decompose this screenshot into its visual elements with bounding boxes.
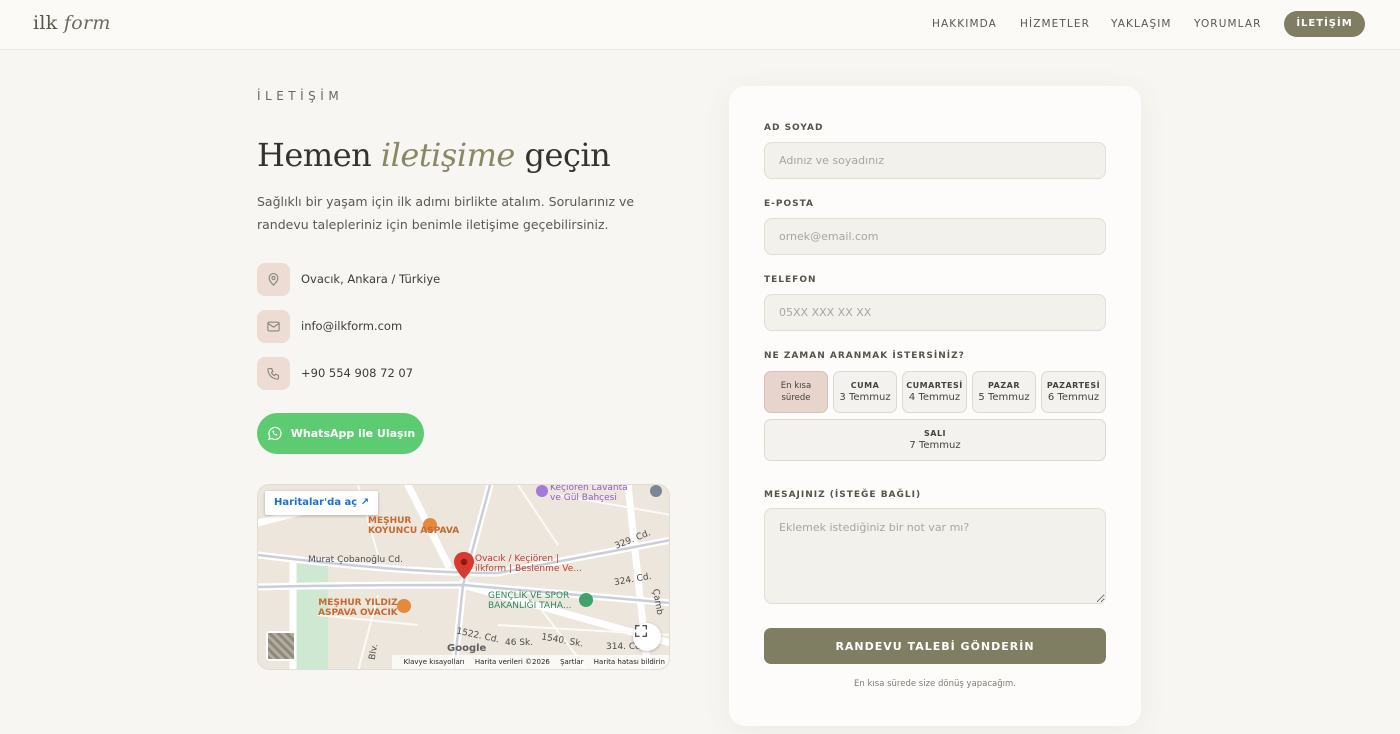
contact-address: Ovacık, Ankara / Türkiye: [257, 263, 637, 296]
day-pazar-bottom: 5 Temmuz: [978, 392, 1030, 403]
open-in-maps-button[interactable]: Haritalar'da aç ↗: [265, 491, 379, 515]
day-pazar-top: PAZAR: [988, 381, 1020, 390]
map-report-link[interactable]: Harita hatası bildirin: [594, 658, 665, 666]
day-asap-top: En kısa: [780, 381, 812, 391]
day-cuma-bottom: 3 Temmuz: [839, 392, 891, 403]
day-pazartesi-bottom: 6 Temmuz: [1047, 392, 1100, 403]
name-input[interactable]: [764, 142, 1106, 179]
site-header: ilk form HAKKIMDA HİZMETLER YAKLAŞIM YOR…: [0, 0, 1400, 50]
day-option-cumartesi[interactable]: CUMARTESİ 4 Temmuz: [902, 371, 967, 413]
day-cuma-top: CUMA: [850, 381, 880, 390]
map-pin-icon: [257, 263, 290, 296]
location-map[interactable]: Haritalar'da aç ↗ Keçiören Lavanta ve Gül…: [257, 484, 670, 670]
phone-label: TELEFON: [764, 275, 817, 285]
map-footer: Klavye kısayolları Harita verileri ©2026…: [391, 655, 669, 669]
map-satellite-toggle[interactable]: [266, 631, 296, 661]
external-link-icon: ↗: [360, 497, 370, 508]
contact-email[interactable]: info@ilkform.com: [257, 310, 637, 343]
nav-yorumlar[interactable]: YORUMLAR: [1194, 18, 1262, 30]
day-cumartesi-bottom: 4 Temmuz: [908, 392, 961, 403]
nav-hizmetler[interactable]: HİZMETLER: [1020, 18, 1090, 30]
headline-pre: Hemen: [257, 136, 372, 174]
map-road-46: 46 Sk.: [505, 638, 534, 648]
logo[interactable]: ilk form: [33, 12, 111, 34]
map-label-pin-b: ilkform | Beslenme Ve...: [475, 564, 582, 574]
day-option-pazar[interactable]: PAZAR 5 Temmuz: [972, 371, 1036, 413]
when-label: NE ZAMAN ARANMAK İSTERSİNİZ?: [764, 351, 965, 361]
map-label-rest1-a: MEŞHUR: [368, 516, 412, 526]
map-label-poi-top2: ve Gül Bahçesi: [550, 493, 617, 503]
submit-button[interactable]: RANDEVU TALEBİ GÖNDERİN: [764, 628, 1106, 664]
map-label-poi-top: Keçiören Lavanta: [550, 484, 628, 493]
map-pin-label: Ovacık / Keçiören | ilkform | Beslenme Ve…: [475, 554, 582, 574]
map-label-gov-b: BAKANLIĞI TAHA...: [488, 601, 572, 611]
nav-yaklasim[interactable]: YAKLAŞIM: [1111, 18, 1172, 30]
day-pazartesi-top: PAZARTESİ: [1046, 381, 1101, 390]
map-street1: Murat Çobanoğlu Cd.: [308, 555, 403, 565]
day-sali-top: SALI: [923, 429, 947, 438]
message-textarea[interactable]: [764, 508, 1106, 604]
day-asap-bottom: sürede: [781, 393, 811, 403]
google-logo: Google: [447, 643, 487, 654]
map-poi-gov: GENÇLİK VE SPOR BAKANLIĞI TAHA...: [488, 591, 571, 611]
contact-phone-text[interactable]: +90 554 908 72 07: [301, 366, 413, 380]
mail-icon: [257, 310, 290, 343]
logo-accent: form: [63, 12, 111, 34]
contact-email-text[interactable]: info@ilkform.com: [301, 319, 402, 333]
form-note: En kısa sürede size dönüş yapacağım.: [854, 679, 1016, 689]
message-label: MESAJINIZ (İSTEĞE BAĞLI): [764, 490, 922, 500]
map-label-rest2-b: ASPAVA OVACIK: [318, 608, 398, 618]
day-option-cuma[interactable]: CUMA 3 Temmuz: [833, 371, 897, 413]
day-cumartesi-top: CUMARTESİ: [906, 381, 963, 390]
map-poi-rest2: MEŞHUR YILDIZ ASPAVA OVACIK: [318, 598, 398, 618]
whatsapp-label: WhatsApp ile Ulaşın: [290, 427, 416, 440]
contact-address-text: Ovacık, Ankara / Türkiye: [301, 272, 441, 286]
whatsapp-button[interactable]: WhatsApp ile Ulaşın: [257, 413, 424, 454]
page-title: Hemen iletişime geçin: [257, 136, 611, 174]
phone-input[interactable]: [764, 294, 1106, 331]
email-label: E-POSTA: [764, 199, 815, 209]
map-poi-rest1: MEŞHUR KOYUNCU ASPAVA: [368, 516, 459, 536]
logo-main: ilk: [33, 12, 58, 34]
nav-iletisim-button[interactable]: İLETİŞİM: [1284, 11, 1365, 37]
headline-accent: iletişime: [380, 136, 515, 174]
day-option-sali[interactable]: SALI 7 Temmuz: [764, 419, 1106, 461]
map-label-rest1-b: KOYUNCU ASPAVA: [368, 526, 460, 536]
map-label-pin-a: Ovacık / Keçiören |: [475, 554, 559, 564]
fullscreen-icon[interactable]: [633, 623, 661, 651]
contact-phone[interactable]: +90 554 908 72 07: [257, 357, 637, 390]
map-data-text: Harita verileri ©2026: [474, 658, 550, 666]
email-input[interactable]: [764, 218, 1106, 255]
map-terms-link[interactable]: Şartlar: [560, 658, 583, 666]
map-label-rest2-a: MEŞHUR YILDIZ: [318, 598, 398, 608]
lead-text: Sağlıklı bir yaşam için ilk adımı birlik…: [257, 194, 635, 232]
open-in-maps-label: Haritalar'da aç: [274, 497, 358, 508]
name-label: AD SOYAD: [764, 123, 824, 133]
day-option-asap[interactable]: En kısa sürede: [764, 371, 828, 413]
day-sali-bottom: 7 Temmuz: [909, 440, 961, 451]
whatsapp-icon: [267, 426, 282, 441]
day-option-pazartesi[interactable]: PAZARTESİ 6 Temmuz: [1041, 371, 1106, 413]
appointment-form-card: AD SOYAD E-POSTA TELEFON NE ZAMAN ARANMA…: [729, 86, 1141, 726]
map-shortcuts-link[interactable]: Klavye kısayolları: [404, 658, 465, 666]
map-label-gov-a: GENÇLİK VE SPOR: [488, 591, 570, 601]
nav-hakkimda[interactable]: HAKKIMDA: [932, 18, 997, 30]
headline-post: geçin: [524, 136, 611, 174]
section-eyebrow: İLETİŞİM: [257, 89, 344, 103]
map-poi-top: Keçiören Lavanta ve Gül Bahçesi: [550, 484, 628, 503]
phone-icon: [257, 357, 290, 390]
